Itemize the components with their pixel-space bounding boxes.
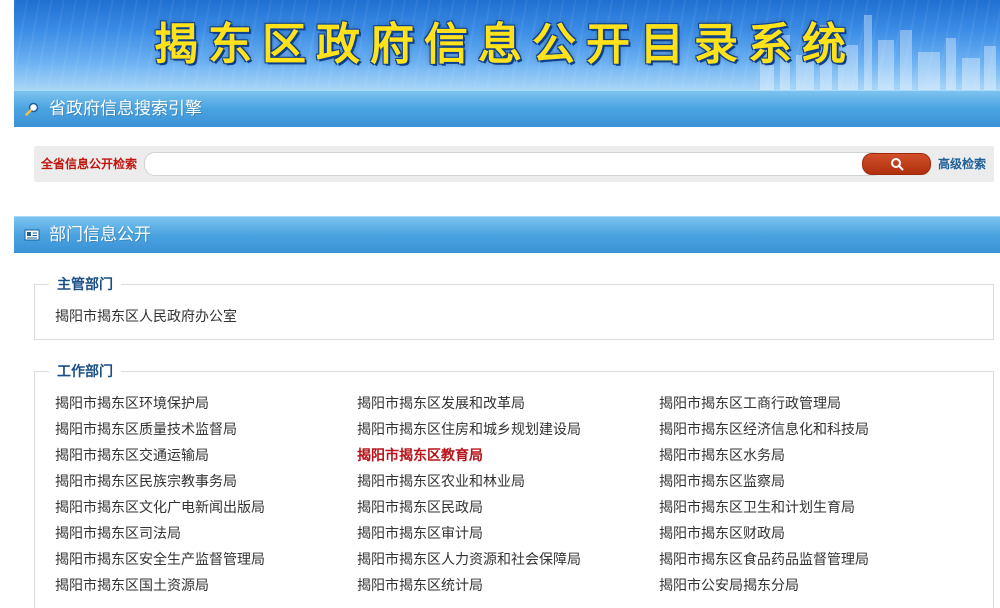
dept-link[interactable]: 揭阳市揭东区民政局 xyxy=(357,498,483,518)
dept-link[interactable]: 揭阳市公安局揭东分局 xyxy=(659,576,799,596)
news-icon xyxy=(24,229,40,241)
dept-link[interactable]: 揭阳市揭东区食品药品监督管理局 xyxy=(659,550,869,570)
dept-link[interactable]: 揭阳市揭东区经济信息化和科技局 xyxy=(659,420,869,440)
work-dept-legend: 工作部门 xyxy=(49,361,121,383)
dept-link[interactable]: 揭阳市揭东区教育局 xyxy=(357,446,483,466)
site-banner: 揭东区政府信息公开目录系统 xyxy=(14,0,1000,90)
dept-link[interactable]: 揭阳市揭东区人民政府办公室 xyxy=(55,307,237,327)
dept-link[interactable]: 揭阳市揭东区工商行政管理局 xyxy=(659,394,841,414)
dept-link[interactable]: 揭阳市揭东区住房和城乡规划建设局 xyxy=(357,420,581,440)
dept-link[interactable]: 揭阳市揭东区财政局 xyxy=(659,524,785,544)
dept-link[interactable]: 揭阳市揭东区质量技术监督局 xyxy=(55,420,237,440)
dept-link[interactable]: 揭阳市揭东区国土资源局 xyxy=(55,576,209,596)
dept-link[interactable]: 揭阳市揭东区民族宗教事务局 xyxy=(55,472,237,492)
dept-link[interactable]: 揭阳市揭东区文化广电新闻出版局 xyxy=(55,498,265,518)
search-input[interactable] xyxy=(144,152,884,176)
main-dept-box: 主管部门 揭阳市揭东区人民政府办公室 xyxy=(34,274,994,340)
dept-section-header: 部门信息公开 xyxy=(14,216,1000,253)
search-button[interactable] xyxy=(862,153,931,175)
search-section-header: 省政府信息搜索引擎 xyxy=(14,90,1000,127)
page-frame: 揭东区政府信息公开目录系统 省政府信息搜索引擎 全省信息公开检索 高级检索 部门… xyxy=(14,0,1000,608)
dept-link[interactable]: 揭阳市揭东区人力资源和社会保障局 xyxy=(357,550,581,570)
search-icon xyxy=(891,158,904,171)
dept-section-title: 部门信息公开 xyxy=(49,225,151,245)
dept-link[interactable]: 揭阳市揭东区卫生和计划生育局 xyxy=(659,498,855,518)
search-section-title: 省政府信息搜索引擎 xyxy=(49,99,202,119)
dept-link[interactable]: 揭阳市揭东区安全生产监督管理局 xyxy=(55,550,265,570)
banner-title: 揭东区政府信息公开目录系统 xyxy=(154,19,856,70)
dept-link[interactable]: 揭阳市揭东区发展和改革局 xyxy=(357,394,525,414)
advanced-search-link[interactable]: 高级检索 xyxy=(938,146,986,182)
main-dept-legend: 主管部门 xyxy=(49,274,121,296)
dept-link[interactable]: 揭阳市揭东区环境保护局 xyxy=(55,394,209,414)
dept-link[interactable]: 揭阳市揭东区审计局 xyxy=(357,524,483,544)
dept-link[interactable]: 揭阳市揭东区司法局 xyxy=(55,524,181,544)
magnifier-icon xyxy=(25,102,39,116)
search-bar: 全省信息公开检索 高级检索 xyxy=(34,146,994,182)
dept-link[interactable]: 揭阳市揭东区农业和林业局 xyxy=(357,472,525,492)
work-dept-box: 工作部门 揭阳市揭东区环境保护局揭阳市揭东区质量技术监督局 揭阳市揭东区交通运输局… xyxy=(34,361,994,608)
dept-link[interactable]: 揭阳市揭东区水务局 xyxy=(659,446,785,466)
search-label: 全省信息公开检索 xyxy=(41,157,138,171)
dept-link[interactable]: 揭阳市揭东区监察局 xyxy=(659,472,785,492)
dept-link[interactable]: 揭阳市揭东区统计局 xyxy=(357,576,483,596)
dept-link[interactable]: 揭阳市揭东区交通运输局 xyxy=(55,446,209,466)
